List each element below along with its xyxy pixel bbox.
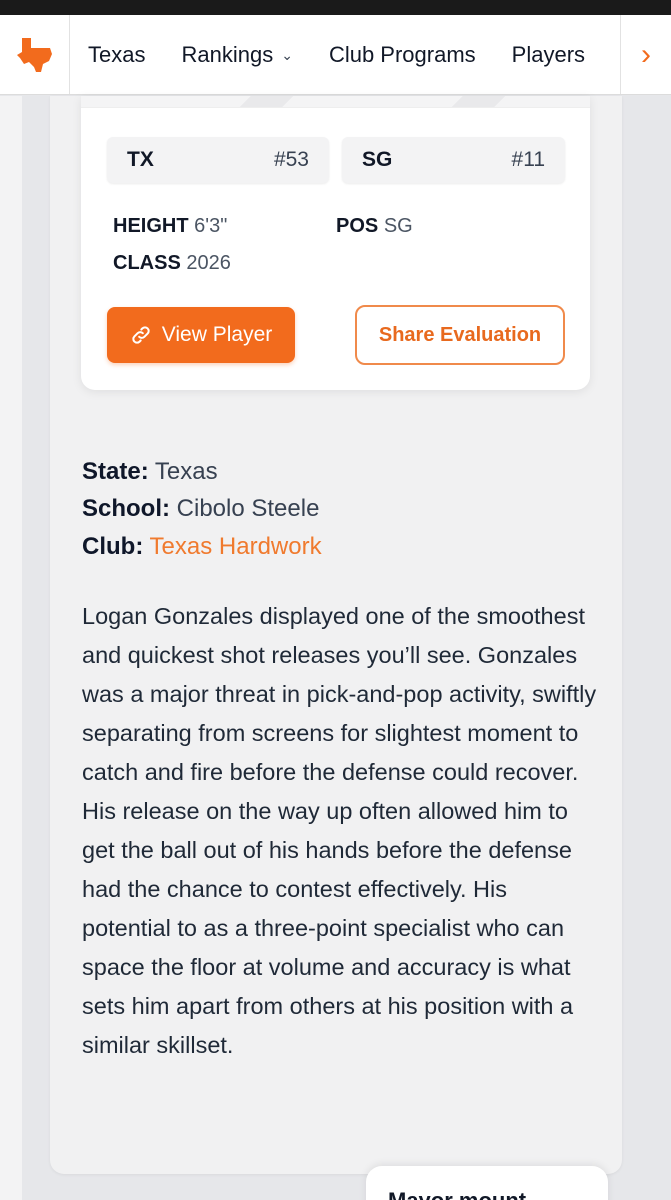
chevron-down-icon: ⌄	[281, 47, 293, 63]
height-value: 6'3"	[194, 215, 228, 237]
nav-items: Texas Rankings ⌄ Club Programs Players	[70, 15, 671, 94]
school-detail: School: Cibolo Steele	[82, 495, 319, 523]
school-detail-label: School:	[82, 495, 170, 522]
nav-item-club-programs[interactable]: Club Programs	[311, 15, 494, 94]
view-player-label: View Player	[161, 323, 273, 346]
share-evaluation-button[interactable]: Share Evaluation	[355, 305, 565, 365]
height-label: HEIGHT	[113, 215, 189, 237]
next-section-card[interactable]: Mayor mount	[366, 1166, 608, 1200]
link-icon	[132, 326, 150, 344]
top-navigation: Texas Rankings ⌄ Club Programs Players ›	[0, 15, 671, 95]
nav-item-label: Players	[511, 41, 586, 67]
position-rank-chip: SG #11	[342, 137, 565, 183]
nav-scroll-right-button[interactable]: ›	[620, 15, 671, 94]
nav-item-label: Rankings	[181, 41, 274, 67]
height-attribute: HEIGHT 6'3"	[113, 215, 227, 238]
state-rank-chip: TX #53	[107, 137, 329, 183]
share-evaluation-label: Share Evaluation	[378, 323, 542, 346]
position-attribute: POS SG	[336, 215, 413, 238]
position-label: POS	[336, 215, 379, 237]
club-link[interactable]: Texas Hardwork	[150, 533, 322, 560]
player-evaluation-text: Logan Gonzales displayed one of the smoo…	[82, 603, 597, 1058]
site-logo[interactable]	[0, 15, 70, 94]
texas-state-icon	[16, 37, 52, 72]
club-detail-label: Club:	[82, 533, 144, 560]
page-gutter	[0, 96, 22, 1200]
state-detail-value: Texas	[154, 458, 218, 485]
position-value: SG	[383, 215, 413, 237]
club-detail: Club: Texas Hardwork	[82, 533, 322, 561]
school-detail-value: Cibolo Steele	[176, 495, 320, 522]
next-section-title: Mayor mount	[388, 1188, 526, 1200]
card-header-decoration	[81, 96, 590, 108]
state-rank-label: TX	[127, 148, 154, 171]
nav-item-texas[interactable]: Texas	[70, 15, 163, 94]
view-player-button[interactable]: View Player	[107, 307, 295, 363]
class-value: 2026	[186, 252, 231, 274]
state-rank-value: #53	[273, 148, 309, 171]
class-attribute: CLASS 2026	[113, 252, 231, 275]
state-detail-label: State:	[82, 458, 149, 485]
class-label: CLASS	[113, 252, 181, 274]
nav-item-rankings[interactable]: Rankings ⌄	[163, 15, 310, 94]
state-detail: State: Texas	[82, 458, 218, 486]
position-rank-label: SG	[362, 148, 393, 171]
nav-item-label: Texas	[88, 41, 146, 67]
status-strip	[0, 0, 671, 15]
chevron-right-icon: ›	[641, 38, 651, 71]
position-rank-value: #11	[511, 148, 545, 171]
nav-item-players[interactable]: Players	[494, 15, 603, 94]
player-card: TX #53 SG #11 HEIGHT 6'3" POS SG CLASS 2…	[81, 96, 590, 390]
nav-item-label: Club Programs	[328, 41, 476, 67]
